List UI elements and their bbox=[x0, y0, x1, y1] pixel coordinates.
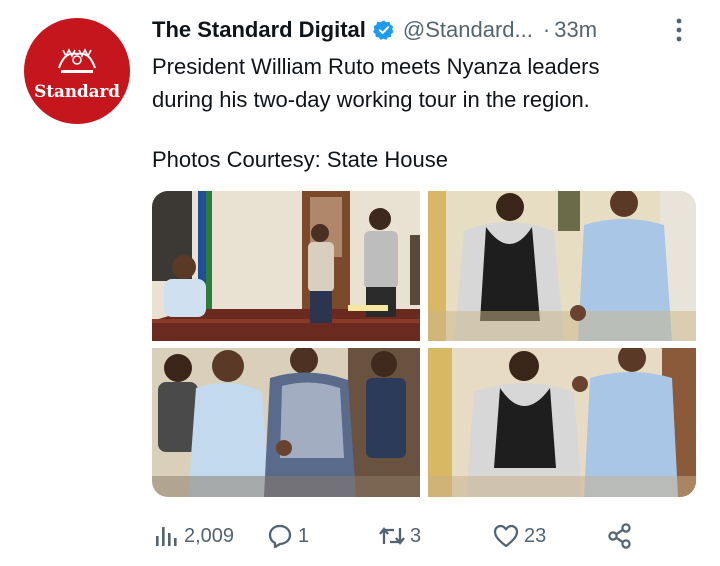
reply-count: 1 bbox=[298, 524, 310, 547]
avatar-brand-text: Standard bbox=[34, 82, 120, 102]
account-handle[interactable]: @Standard... bbox=[403, 17, 533, 43]
views-button[interactable]: 2,009 bbox=[152, 518, 234, 554]
more-icon[interactable] bbox=[672, 16, 686, 44]
avatar[interactable]: Standard bbox=[24, 18, 130, 124]
greeting-photo-1[interactable] bbox=[428, 191, 696, 341]
retweet-button[interactable]: 3 bbox=[378, 518, 421, 554]
photo-grid bbox=[152, 191, 696, 497]
retweet-icon bbox=[379, 527, 405, 545]
retweet-count: 3 bbox=[410, 524, 422, 547]
like-icon bbox=[493, 524, 519, 548]
tweet-text: President William Ruto meets Nyanza lead… bbox=[152, 50, 692, 116]
separator-dot: · bbox=[542, 17, 551, 42]
tweet-text-line-2: during his two-day working tour in the r… bbox=[152, 87, 590, 112]
share-icon bbox=[608, 523, 631, 549]
tweet-timestamp[interactable]: 33m bbox=[554, 17, 597, 43]
like-count: 23 bbox=[524, 524, 547, 547]
photo-credit: Photos Courtesy: State House bbox=[152, 147, 448, 172]
reply-button[interactable]: 1 bbox=[266, 518, 309, 554]
account-name[interactable]: The Standard Digital bbox=[152, 17, 366, 43]
greeting-photo-2[interactable] bbox=[428, 348, 696, 497]
tweet-text-line-1: President William Ruto meets Nyanza lead… bbox=[152, 54, 600, 79]
tweet-header: The Standard Digital @Standard... · 33m bbox=[152, 15, 692, 45]
meeting-room-photo[interactable] bbox=[152, 191, 420, 341]
reply-icon bbox=[268, 524, 292, 549]
views-icon bbox=[156, 527, 177, 546]
views-count: 2,009 bbox=[184, 524, 235, 547]
verified-badge-icon bbox=[373, 20, 394, 40]
crest-logo-icon bbox=[58, 48, 96, 73]
like-button[interactable]: 23 bbox=[492, 518, 546, 554]
handshake-photo[interactable] bbox=[152, 348, 420, 497]
tweet-actions: 2,009 1 3 23 bbox=[152, 518, 692, 554]
share-button[interactable] bbox=[606, 518, 634, 554]
